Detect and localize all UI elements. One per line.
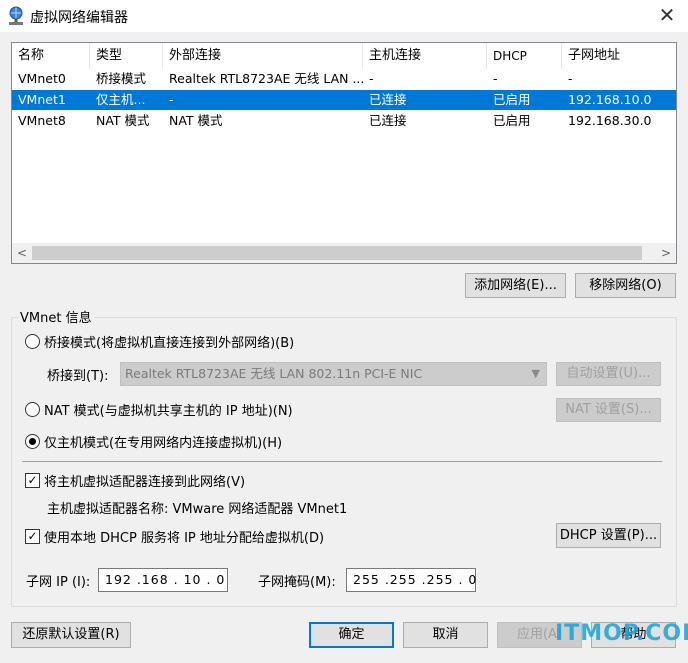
vmnet-info-legend: VMnet 信息 (18, 307, 94, 326)
nat-settings-button[interactable]: NAT 设置(S)... (556, 398, 661, 422)
bridged-mode-radio[interactable] (25, 334, 40, 349)
dhcp-label[interactable]: 使用本地 DHCP 服务将 IP 地址分配给虚拟机(D) (44, 527, 324, 546)
cell-external: Realtek RTL8723AE 无线 LAN ... (169, 71, 363, 86)
cell-type: 桥接模式 (96, 71, 147, 86)
cell-dhcp: 已启用 (493, 113, 531, 128)
table-row[interactable]: VMnet1 仅主机... - 已连接 已启用 192.168.10.0 (12, 90, 676, 110)
bridged-mode-label[interactable]: 桥接模式(将虚拟机直接连接到外部网络)(B) (44, 332, 294, 351)
column-header-external[interactable]: 外部连接 (163, 43, 363, 69)
subnet-ip-label: 子网 IP (I): (26, 575, 91, 590)
adapter-name-label: 主机虚拟适配器名称: VMware 网络适配器 VMnet1 (47, 502, 348, 517)
cell-subnet: 192.168.10.0 (568, 92, 652, 107)
chevron-down-icon: ▼ (531, 367, 540, 380)
dhcp-settings-button[interactable]: DHCP 设置(P)... (556, 523, 661, 548)
window-title: 虚拟网络编辑器 (30, 10, 128, 26)
horizontal-scrollbar[interactable]: < > (12, 243, 676, 263)
cell-host: 已连接 (369, 113, 407, 128)
cell-dhcp: - (493, 71, 498, 86)
auto-settings-button[interactable]: 自动设置(U)... (556, 362, 661, 386)
nat-mode-radio[interactable] (25, 402, 40, 417)
close-icon[interactable]: ✕ (655, 4, 679, 28)
scrollbar-thumb[interactable] (32, 246, 642, 260)
cell-name: VMnet1 (18, 92, 66, 107)
cell-dhcp: 已启用 (493, 92, 531, 107)
cell-external: - (169, 92, 174, 107)
column-header-type[interactable]: 类型 (90, 43, 163, 69)
cell-name: VMnet0 (18, 71, 66, 86)
host-only-mode-label[interactable]: 仅主机模式(在专用网络内连接虚拟机)(H) (44, 432, 282, 451)
host-only-mode-radio[interactable] (25, 434, 40, 449)
vmnet-info-group (11, 317, 677, 607)
cell-type: NAT 模式 (96, 113, 150, 128)
network-editor-icon (7, 6, 25, 26)
remove-network-button[interactable]: 移除网络(O) (575, 273, 676, 298)
subnet-mask-input[interactable]: 255 .255 .255 . 0 (346, 568, 476, 592)
nat-mode-label[interactable]: NAT 模式(与虚拟机共享主机的 IP 地址)(N) (44, 400, 293, 419)
cell-type: 仅主机... (96, 92, 146, 107)
subnet-ip-input[interactable]: 192 .168 . 10 . 0 (98, 568, 228, 592)
divider (22, 461, 662, 462)
bridge-to-select[interactable]: Realtek RTL8723AE 无线 LAN 802.11n PCI-E N… (120, 362, 547, 386)
cell-subnet: 192.168.30.0 (568, 113, 652, 128)
connect-adapter-label[interactable]: 将主机虚拟适配器连接到此网络(V) (44, 471, 245, 490)
cell-external: NAT 模式 (169, 113, 223, 128)
restore-defaults-button[interactable]: 还原默认设置(R) (11, 622, 131, 648)
table-row[interactable]: VMnet0 桥接模式 Realtek RTL8723AE 无线 LAN ...… (12, 69, 676, 89)
ok-button[interactable]: 确定 (309, 622, 394, 648)
cell-subnet: - (568, 71, 573, 86)
column-header-subnet[interactable]: 子网地址 (562, 43, 676, 69)
column-header-dhcp[interactable]: DHCP (487, 43, 562, 69)
cell-host: 已连接 (369, 92, 407, 107)
bridge-to-label: 桥接到(T): (47, 369, 109, 384)
column-header-host[interactable]: 主机连接 (363, 43, 487, 69)
network-list[interactable]: 名称 类型 外部连接 主机连接 DHCP 子网地址 VMnet0 桥接模式 Re… (11, 42, 677, 264)
bridge-to-value: Realtek RTL8723AE 无线 LAN 802.11n PCI-E N… (125, 366, 423, 381)
table-row[interactable]: VMnet8 NAT 模式 NAT 模式 已连接 已启用 192.168.30.… (12, 111, 676, 131)
cell-name: VMnet8 (18, 113, 66, 128)
scroll-left-icon[interactable]: < (12, 243, 32, 263)
watermark-text: ITMOP.COM (555, 621, 688, 646)
connect-adapter-checkbox[interactable]: ✓ (25, 473, 40, 488)
add-network-button[interactable]: 添加网络(E)... (465, 273, 566, 298)
subnet-mask-label: 子网掩码(M): (258, 575, 336, 590)
cell-host: - (369, 71, 374, 86)
scroll-right-icon[interactable]: > (656, 243, 676, 263)
dhcp-checkbox[interactable]: ✓ (25, 529, 40, 544)
column-header-name[interactable]: 名称 (12, 43, 90, 69)
cancel-button[interactable]: 取消 (403, 622, 488, 648)
